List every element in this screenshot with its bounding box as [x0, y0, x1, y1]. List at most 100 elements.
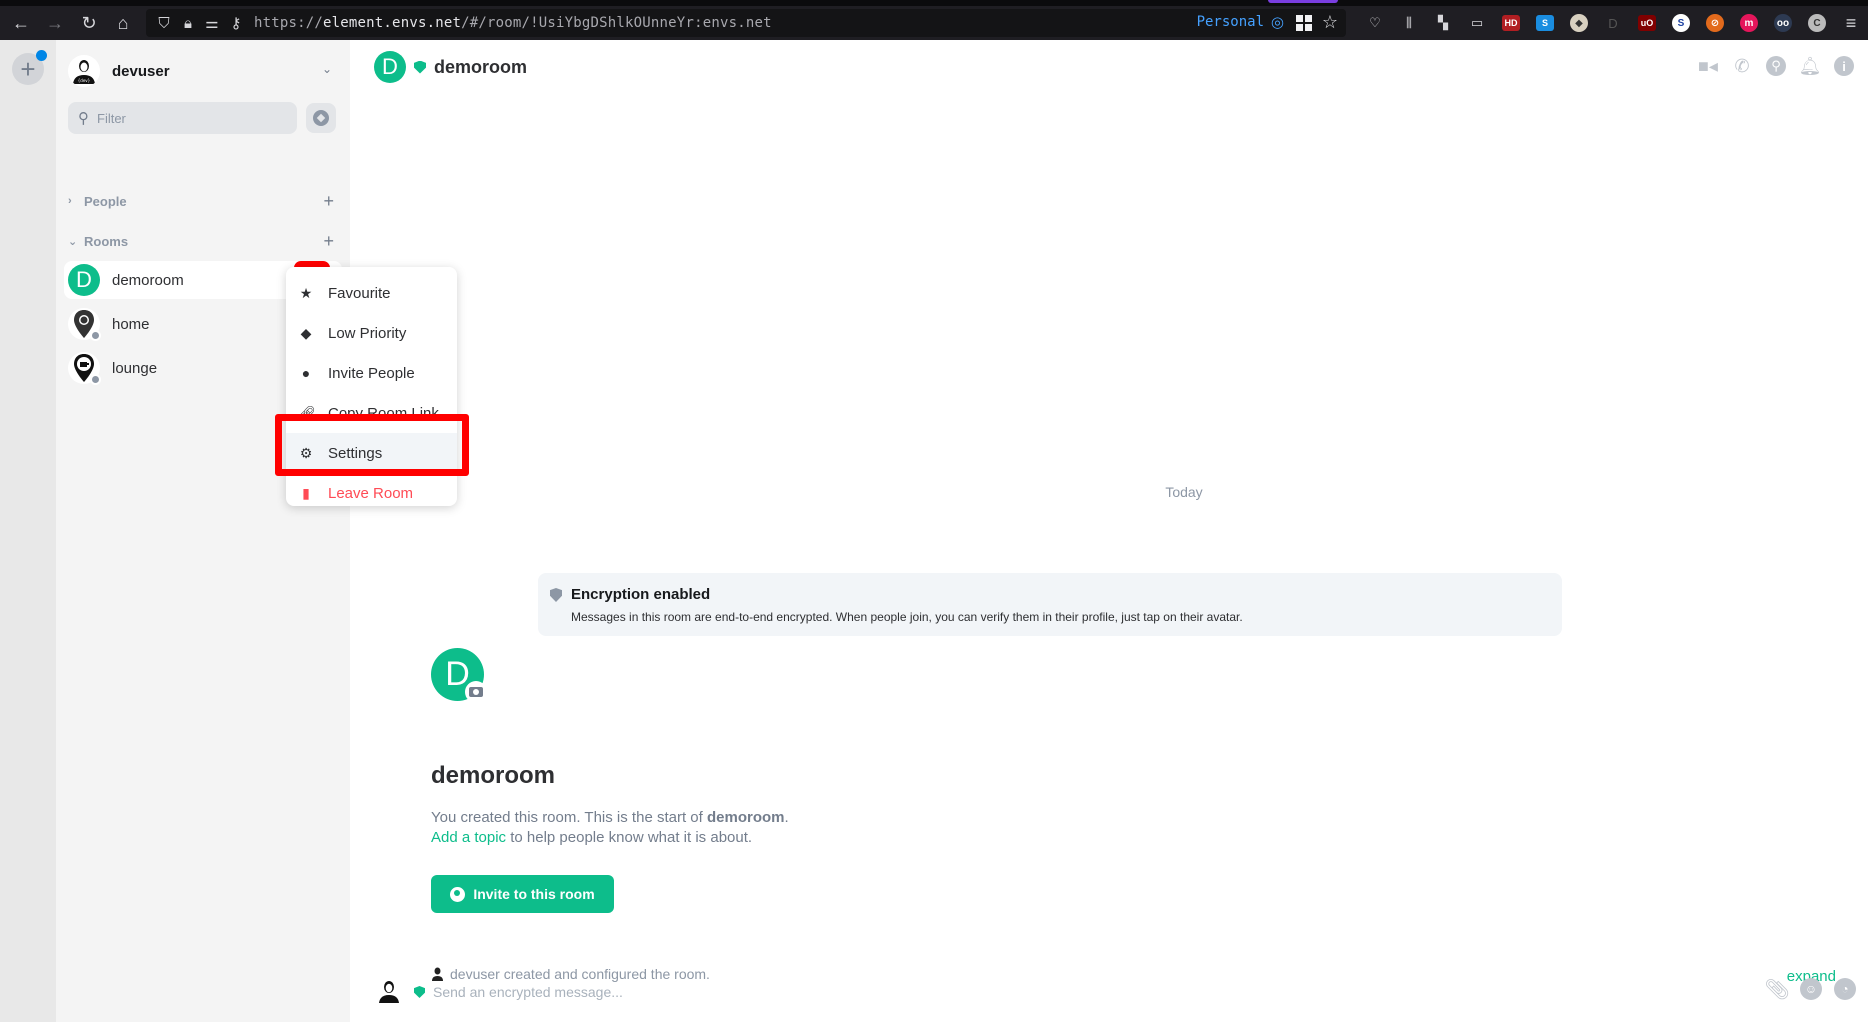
hd-icon[interactable]: HD — [1494, 6, 1528, 40]
room-context-menu: ★ Favourite ◆ Low Priority ● Invite People … — [286, 267, 457, 506]
date-separator: Today — [1165, 484, 1203, 500]
container-label[interactable]: Personal — [1197, 14, 1264, 30]
room-name: lounge — [112, 359, 158, 377]
invite-to-room-button[interactable]: Invite to this room — [431, 875, 614, 913]
emoji-icon[interactable]: ☺ — [1800, 978, 1822, 1000]
section-label: Rooms — [84, 233, 129, 249]
url-bar[interactable]: ⛉ 🔒︎ ⚌ ⚷ https://element.envs.net/#/room… — [146, 9, 1346, 37]
invite-person-icon — [450, 886, 466, 902]
dev-avatar-icon: {dev} — [68, 55, 100, 87]
add-room-button[interactable]: + — [323, 231, 334, 252]
forward-button[interactable]: → — [38, 6, 72, 40]
element-app: + {dev} devuser ⌄ ⚲ › People — [0, 40, 1868, 1022]
back-button[interactable]: ← — [4, 6, 38, 40]
invite-icon: ● — [301, 365, 311, 381]
active-tab-indicator — [1268, 0, 1338, 3]
search-icon[interactable]: ⚲ — [1764, 54, 1788, 78]
space-panel: + — [0, 40, 56, 1022]
public-globe-icon — [90, 330, 101, 341]
account-icon[interactable]: C — [1800, 6, 1834, 40]
section-people[interactable]: › People + — [68, 190, 338, 212]
menu-item-low-priority[interactable]: ◆ Low Priority — [286, 313, 457, 353]
menu-icon[interactable]: ≡ — [1834, 6, 1868, 40]
composer-avatar[interactable] — [378, 980, 400, 1004]
low-priority-icon: ◆ — [300, 324, 312, 341]
section-label: People — [84, 193, 127, 209]
chevron-right-icon: › — [68, 195, 72, 207]
sidebar-icon[interactable]: ▭ — [1460, 6, 1494, 40]
menu-item-settings[interactable]: ⚙ Settings — [286, 433, 457, 473]
room-header-avatar[interactable]: D — [374, 51, 406, 83]
room-avatar — [68, 352, 101, 385]
reload-button[interactable]: ↻ — [72, 6, 106, 40]
explore-rooms-button[interactable] — [306, 103, 336, 133]
user-name: devuser — [112, 62, 170, 80]
gear-icon: ⚙ — [299, 444, 313, 461]
room-header-name[interactable]: demoroom — [434, 57, 527, 78]
bookmark-star-icon[interactable]: ☆ — [1322, 12, 1338, 33]
encryption-notice: Encryption enabled Messages in this room… — [538, 573, 1562, 636]
lock-icon[interactable]: 🔒︎ — [176, 15, 200, 32]
permissions-icon[interactable]: ⚌ — [200, 14, 224, 32]
room-header-actions: ■◂ ✆ ⚲ 🔔︎ i — [1696, 54, 1856, 78]
room-info-icon[interactable]: i — [1832, 54, 1856, 78]
badger-icon[interactable]: ◆ — [1562, 6, 1596, 40]
chevron-down-icon[interactable]: ⌄ — [322, 62, 332, 76]
room-avatar — [68, 308, 101, 341]
svg-text:{dev}: {dev} — [78, 78, 91, 83]
s-red-icon[interactable]: S — [1664, 6, 1698, 40]
attachment-icon[interactable]: 📎︎ — [1764, 978, 1789, 1001]
fingerprint-icon[interactable]: ◎ — [1271, 13, 1284, 31]
leave-door-icon: ▮ — [302, 484, 310, 501]
m-icon[interactable]: m — [1732, 6, 1766, 40]
notifications-icon[interactable]: 🔔︎ — [1798, 54, 1822, 78]
public-globe-icon — [90, 374, 101, 385]
room-intro-text: You created this room. This is the start… — [431, 809, 789, 846]
star-icon: ★ — [299, 284, 313, 301]
user-avatar[interactable]: {dev} — [68, 55, 100, 87]
user-menu[interactable]: {dev} devuser ⌄ — [68, 54, 338, 88]
url-text[interactable]: https://element.envs.net/#/room/!UsiYbgD… — [254, 15, 772, 31]
d-icon[interactable]: D — [1596, 6, 1630, 40]
add-person-button[interactable]: + — [323, 191, 334, 212]
verified-shield-icon — [414, 60, 426, 74]
filter-input[interactable] — [97, 110, 277, 126]
extension-toolbar: ♡ ⫼ ▚ ▭ HD S ◆ D uO S ⊘ m oo C ≡ — [1358, 6, 1868, 40]
camera-icon[interactable] — [465, 681, 487, 703]
noscript-icon[interactable]: ⊘ — [1698, 6, 1732, 40]
qr-code-icon[interactable] — [1296, 15, 1312, 31]
menu-item-invite-people[interactable]: ● Invite People — [286, 353, 457, 393]
video-call-icon[interactable]: ■◂ — [1696, 54, 1720, 78]
home-button[interactable]: ⌂ — [106, 6, 140, 40]
s-icon[interactable]: S — [1528, 6, 1562, 40]
room-name: demoroom — [112, 271, 184, 289]
link-icon: 🔗︎ — [298, 404, 316, 421]
room-filter[interactable]: ⚲ — [68, 102, 297, 134]
shield-icon — [550, 588, 562, 602]
compass-icon — [313, 110, 329, 126]
browser-toolbar: ← → ↻ ⌂ ⛉ 🔒︎ ⚌ ⚷ https://element.envs.ne… — [0, 6, 1868, 40]
search-icon: ⚲ — [78, 110, 89, 127]
tracking-shield-icon[interactable]: ⛉ — [152, 15, 176, 32]
section-rooms[interactable]: ⌄ Rooms + — [68, 230, 338, 252]
notification-dot — [36, 50, 47, 61]
spy-icon[interactable]: oo — [1766, 6, 1800, 40]
ublock-icon[interactable]: uO — [1630, 6, 1664, 40]
extensions-icon[interactable]: ▚ — [1426, 6, 1460, 40]
encryption-title: Encryption enabled — [571, 586, 711, 603]
key-icon[interactable]: ⚷ — [224, 14, 248, 32]
chevron-down-icon: ⌄ — [68, 235, 78, 248]
add-topic-link[interactable]: Add a topic — [431, 829, 506, 846]
menu-item-copy-room-link[interactable]: 🔗︎ Copy Room Link — [286, 393, 457, 433]
encrypted-shield-icon — [414, 986, 425, 998]
pocket-icon[interactable]: ♡ — [1358, 6, 1392, 40]
menu-item-leave-room[interactable]: ▮ Leave Room — [286, 473, 457, 513]
library-icon[interactable]: ⫼ — [1392, 6, 1426, 40]
sticker-icon[interactable]: ◔ — [1834, 978, 1856, 1000]
room-intro-name: demoroom — [431, 762, 556, 789]
voice-call-icon[interactable]: ✆ — [1730, 54, 1754, 78]
message-input[interactable] — [433, 984, 1633, 1000]
menu-item-favourite[interactable]: ★ Favourite — [286, 273, 457, 313]
room-list-panel: {dev} devuser ⌄ ⚲ › People + ⌄ Rooms + D… — [56, 40, 350, 1022]
room-name: home — [112, 315, 150, 333]
